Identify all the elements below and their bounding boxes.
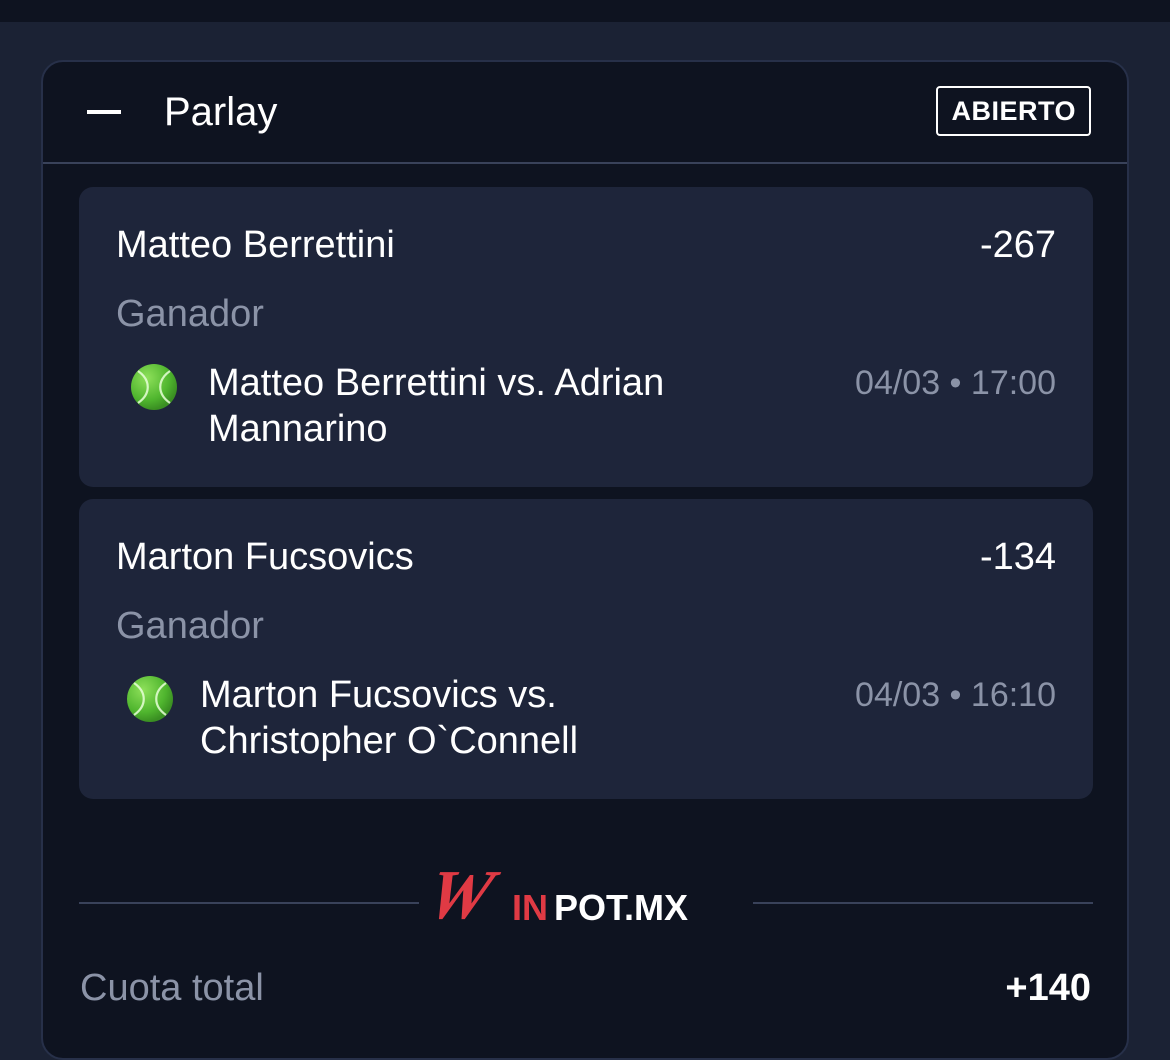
brand-divider: W IN POT.MX bbox=[79, 852, 1093, 952]
total-odds-value: +140 bbox=[1005, 967, 1091, 1009]
logo-w: W bbox=[434, 857, 506, 934]
parlay-title: Parlay bbox=[164, 90, 278, 134]
status-badge: ABIERTO bbox=[936, 86, 1091, 136]
match-name: Marton Fucsovics vs. Christopher O`Conne… bbox=[200, 674, 579, 762]
bet-card[interactable]: Marton Fucsovics -134 Ganador Marton Fuc… bbox=[79, 499, 1093, 799]
match-name: Matteo Berrettini vs. Adrian Mannarino bbox=[208, 362, 665, 450]
logo-in: IN bbox=[512, 887, 548, 928]
bet-card[interactable]: Matteo Berrettini -267 Ganador Matteo Be… bbox=[79, 187, 1093, 487]
parlay-header: Parlay ABIERTO bbox=[43, 62, 1127, 164]
minus-icon bbox=[87, 110, 121, 114]
winpot-logo: W IN POT.MX bbox=[434, 857, 688, 934]
logo-rest: POT.MX bbox=[554, 887, 688, 928]
match-datetime: 04/03 • 16:10 bbox=[855, 676, 1056, 714]
parlay-panel: Parlay ABIERTO Matteo Berrettini -267 Ga… bbox=[41, 60, 1129, 1060]
bet-market: Ganador bbox=[116, 293, 264, 335]
collapse-button[interactable] bbox=[85, 88, 125, 134]
top-bar bbox=[0, 0, 1170, 22]
match-datetime: 04/03 • 17:00 bbox=[855, 364, 1056, 402]
bet-selection: Marton Fucsovics bbox=[116, 536, 414, 578]
bet-selection: Matteo Berrettini bbox=[116, 224, 395, 266]
divider-line bbox=[753, 902, 1093, 904]
bet-odds: -267 bbox=[979, 224, 1056, 266]
tennis-ball-icon bbox=[127, 676, 173, 722]
bet-market: Ganador bbox=[116, 605, 264, 647]
total-odds-label: Cuota total bbox=[80, 967, 264, 1009]
divider-line bbox=[79, 902, 419, 904]
bet-odds: -134 bbox=[979, 536, 1056, 578]
tennis-ball-icon bbox=[131, 364, 177, 410]
